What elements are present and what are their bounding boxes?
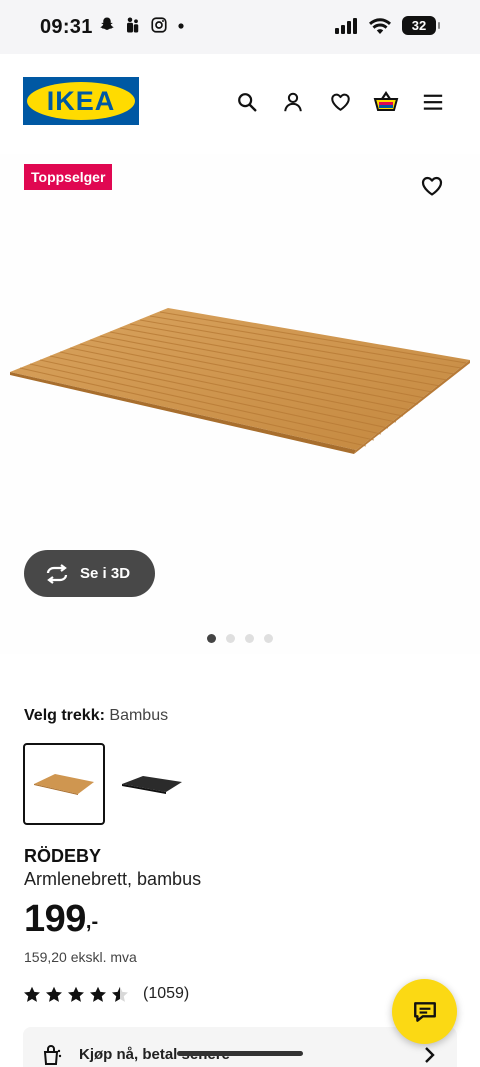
chevron-right-icon [425, 1047, 435, 1063]
add-to-favourites-button[interactable] [420, 174, 446, 200]
gallery-dot[interactable] [245, 634, 254, 643]
price-suffix: ,- [85, 911, 99, 933]
topseller-badge: Toppselger [24, 164, 113, 190]
search-button[interactable] [232, 87, 262, 117]
status-system-icons: 32 [334, 16, 440, 35]
family-icon [127, 17, 139, 33]
rotate-3d-icon [46, 563, 68, 584]
battery-indicator: 32 [402, 16, 440, 35]
black-swatch-image [122, 776, 182, 794]
logo-text: IKEA [47, 86, 116, 116]
status-bar: 09:31 32 [0, 0, 480, 54]
heart-icon [421, 176, 443, 196]
pay-later-banner[interactable]: Kjøp nå, betal senere [23, 1027, 457, 1067]
gallery-dot[interactable] [207, 634, 216, 643]
favourites-button[interactable] [325, 87, 355, 117]
product-image [10, 308, 470, 454]
gallery-dot[interactable] [226, 634, 235, 643]
variant-label: Velg trekk: [24, 707, 105, 724]
basket-icon [373, 91, 399, 111]
signal-icon [335, 17, 357, 34]
heart-icon [330, 93, 350, 111]
variant-swatch-svart[interactable] [111, 743, 193, 825]
variant-swatch-bambus[interactable] [23, 743, 105, 825]
variant-heading: Velg trekk: Bambus [24, 707, 168, 725]
product-name: RÖDEBY [24, 846, 102, 866]
chat-icon [413, 1001, 436, 1022]
menu-icon [423, 94, 443, 110]
shopping-bag-icon [43, 1045, 62, 1065]
basket-button[interactable] [371, 87, 401, 117]
home-indicator[interactable] [177, 1051, 303, 1056]
star-half-icon [112, 986, 128, 1002]
variant-value: Bambus [109, 707, 169, 724]
site-header: IKEA [0, 54, 480, 154]
gallery-dot[interactable] [264, 634, 273, 643]
star-full-icon [68, 986, 84, 1002]
profile-icon [284, 92, 302, 112]
rating-count: (1059) [143, 985, 190, 1002]
price-integer: 199 [24, 898, 86, 940]
bamboo-swatch-image [34, 774, 94, 795]
product-gallery[interactable]: Toppselger Se i 3D [0, 154, 480, 654]
product-price: 199 ,- [24, 898, 98, 941]
chat-button[interactable] [392, 979, 457, 1044]
dot-icon [178, 23, 184, 29]
search-icon [238, 93, 257, 112]
instagram-icon [151, 17, 167, 33]
view-3d-button[interactable]: Se i 3D [24, 550, 155, 597]
snapchat-icon [100, 17, 114, 30]
view-3d-label: Se i 3D [80, 565, 131, 582]
star-full-icon [90, 986, 106, 1002]
status-time: 09:31 [40, 16, 93, 38]
gallery-pagination [0, 634, 480, 643]
menu-button[interactable] [418, 87, 448, 117]
star-full-icon [24, 986, 40, 1002]
product-description: Armlenebrett, bambus [24, 869, 202, 889]
status-notification-icons [98, 16, 186, 34]
profile-button[interactable] [278, 87, 308, 117]
product-rating[interactable]: (1059) [23, 985, 189, 1003]
price-ex-vat: 159,20 ekskl. mva [24, 949, 137, 965]
wifi-icon [369, 17, 391, 34]
star-full-icon [46, 986, 62, 1002]
ikea-logo[interactable]: IKEA [23, 77, 139, 125]
